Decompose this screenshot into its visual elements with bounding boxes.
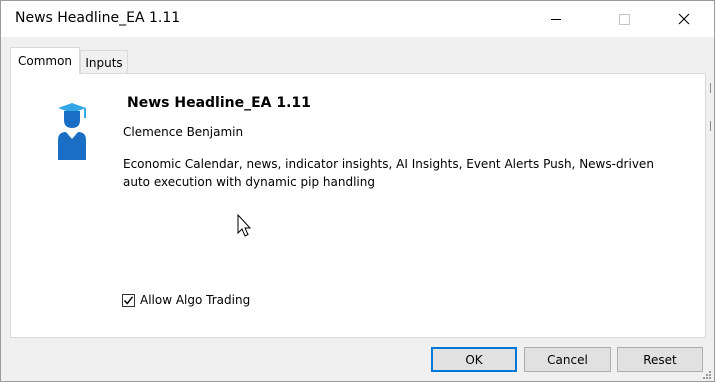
dialog-window: News Headline_EA 1.11 Common Inputs News… — [0, 0, 715, 382]
checkmark-icon — [123, 295, 134, 305]
reset-button-label: Reset — [643, 352, 677, 367]
allow-algo-trading-label: Allow Algo Trading — [140, 293, 251, 307]
ok-button[interactable]: OK — [431, 347, 517, 372]
scroll-marker — [710, 83, 711, 93]
mouse-cursor-icon — [237, 214, 252, 237]
reset-button[interactable]: Reset — [617, 347, 703, 372]
minimize-icon — [551, 18, 561, 20]
maximize-icon — [618, 13, 630, 25]
tab-common-label: Common — [17, 54, 73, 68]
resize-grip-icon[interactable] — [702, 370, 712, 380]
allow-algo-trading-option[interactable]: Allow Algo Trading — [122, 293, 250, 307]
tab-common[interactable]: Common — [10, 47, 80, 74]
allow-algo-trading-checkbox[interactable] — [122, 293, 135, 307]
tab-inputs-label: Inputs — [85, 55, 123, 70]
maximize-button — [601, 1, 647, 37]
cancel-button[interactable]: Cancel — [524, 347, 611, 372]
title-bar: News Headline_EA 1.11 — [1, 1, 714, 37]
close-icon — [678, 13, 690, 25]
ok-button-label: OK — [465, 352, 483, 367]
graduate-icon — [58, 103, 86, 160]
expert-description: Economic Calendar, news, indicator insig… — [123, 157, 654, 189]
window-title: News Headline_EA 1.11 — [15, 10, 181, 26]
tab-inputs[interactable]: Inputs — [80, 50, 128, 74]
expert-author: Clemence Benjamin — [123, 125, 244, 139]
expert-name: News Headline_EA 1.11 — [127, 95, 311, 111]
close-button[interactable] — [661, 1, 707, 37]
common-panel: News Headline_EA 1.11 Clemence Benjamin … — [10, 73, 706, 338]
cancel-button-label: Cancel — [547, 352, 588, 367]
minimize-button[interactable] — [533, 1, 579, 37]
scroll-marker — [710, 121, 711, 131]
